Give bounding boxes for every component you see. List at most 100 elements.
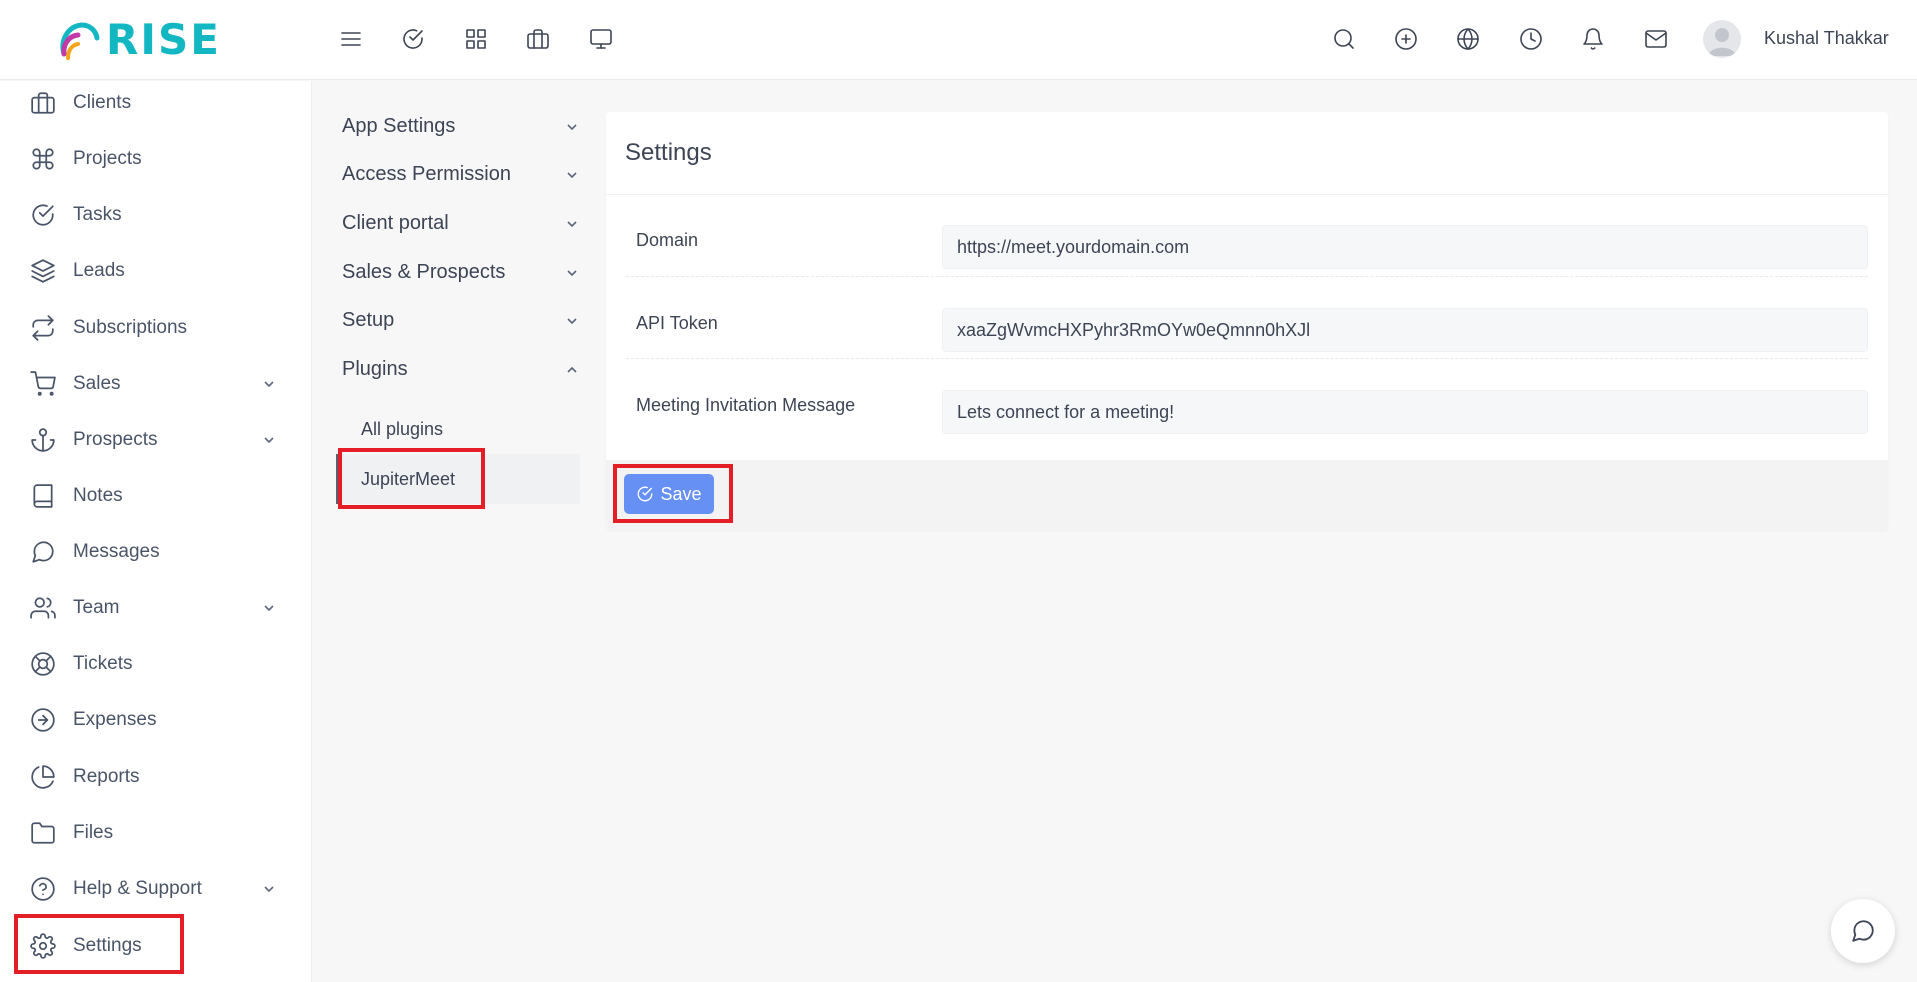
api-token-label: API Token	[636, 313, 718, 333]
sidebar: Clients Projects Tasks Leads Subscriptio…	[0, 81, 312, 982]
chevron-down-icon	[262, 377, 276, 391]
command-icon	[30, 146, 56, 172]
submenu-item-jupitermeet[interactable]: JupiterMeet	[336, 454, 580, 504]
help-circle-icon	[30, 876, 56, 902]
sidebar-item-label: Files	[73, 822, 114, 843]
card-footer: Save	[606, 460, 1888, 530]
check-circle-icon[interactable]	[398, 24, 428, 54]
sidebar-item-label: Leads	[73, 260, 125, 281]
sidebar-item-label: Team	[73, 597, 120, 618]
save-button-label: Save	[660, 483, 702, 504]
book-icon	[30, 483, 56, 509]
sidebar-item-messages[interactable]: Messages	[0, 527, 312, 577]
chat-bubble-button[interactable]	[1831, 899, 1895, 963]
submenu-item-label: Sales & Prospects	[342, 261, 506, 283]
sidebar-item-reports[interactable]: Reports	[0, 752, 312, 802]
search-icon[interactable]	[1329, 24, 1359, 54]
submenu-item-label: Plugins	[342, 358, 408, 380]
sidebar-item-tasks[interactable]: Tasks	[0, 190, 312, 240]
sidebar-item-leads[interactable]: Leads	[0, 246, 312, 296]
submenu-item-client-portal[interactable]: Client portal	[336, 203, 580, 243]
submenu-item-label: All plugins	[361, 419, 444, 439]
submenu-item-all-plugins[interactable]: All plugins	[336, 404, 580, 454]
grid-icon[interactable]	[461, 24, 491, 54]
sidebar-item-expenses[interactable]: Expenses	[0, 695, 312, 745]
user-name[interactable]: Kushal Thakkar	[1764, 26, 1889, 50]
divider	[626, 276, 1868, 277]
sidebar-item-label: Settings	[73, 935, 142, 956]
sidebar-item-settings[interactable]: Settings	[0, 921, 312, 971]
menu-icon[interactable]	[336, 24, 366, 54]
life-buoy-icon	[30, 651, 56, 677]
submenu-item-label: Client portal	[342, 212, 449, 234]
sidebar-item-label: Sales	[73, 373, 121, 394]
top-bar: RISE Kushal Thakkar	[0, 0, 1917, 80]
brand-logo[interactable]: RISE	[56, 18, 221, 62]
chevron-down-icon	[566, 169, 578, 181]
chevron-down-icon	[262, 882, 276, 896]
bell-icon[interactable]	[1578, 24, 1608, 54]
chevron-down-icon	[566, 121, 578, 133]
sidebar-item-label: Messages	[73, 541, 160, 562]
submenu-item-sales-prospects[interactable]: Sales & Prospects	[336, 252, 580, 292]
briefcase-icon	[30, 90, 56, 116]
sidebar-item-team[interactable]: Team	[0, 583, 312, 633]
submenu-item-label: JupiterMeet	[361, 469, 456, 489]
cart-icon	[30, 371, 56, 397]
message-circle-icon	[30, 539, 56, 565]
submenu-item-app-settings[interactable]: App Settings	[336, 106, 580, 146]
plus-circle-icon[interactable]	[1391, 24, 1421, 54]
globe-icon[interactable]	[1453, 24, 1483, 54]
meeting-message-input[interactable]	[942, 390, 1868, 434]
sidebar-item-prospects[interactable]: Prospects	[0, 415, 312, 465]
chevron-down-icon	[262, 433, 276, 447]
monitor-icon[interactable]	[586, 24, 616, 54]
anchor-icon	[30, 427, 56, 453]
sidebar-item-clients[interactable]: Clients	[0, 78, 312, 128]
briefcase-icon[interactable]	[523, 24, 553, 54]
pie-chart-icon	[30, 764, 56, 790]
meeting-message-label: Meeting Invitation Message	[636, 395, 856, 415]
sidebar-item-label: Projects	[73, 148, 142, 169]
avatar[interactable]	[1703, 20, 1741, 58]
chevron-down-icon	[262, 601, 276, 615]
chevron-down-icon	[566, 218, 578, 230]
submenu-item-setup[interactable]: Setup	[336, 300, 580, 340]
sidebar-item-help-support[interactable]: Help & Support	[0, 864, 312, 914]
rise-logo-icon	[60, 22, 100, 60]
sidebar-item-notes[interactable]: Notes	[0, 471, 312, 521]
brand-name: RISE	[106, 15, 221, 64]
message-circle-icon	[1852, 920, 1874, 942]
submenu-item-plugins[interactable]: Plugins	[336, 349, 580, 389]
sidebar-item-tickets[interactable]: Tickets	[0, 639, 312, 689]
chevron-down-icon	[566, 267, 578, 279]
sidebar-item-label: Prospects	[73, 429, 158, 450]
sidebar-item-sales[interactable]: Sales	[0, 359, 312, 409]
divider	[626, 358, 1868, 359]
clock-icon[interactable]	[1516, 24, 1546, 54]
chevron-up-icon	[566, 364, 578, 376]
mail-icon[interactable]	[1641, 24, 1671, 54]
sidebar-item-files[interactable]: Files	[0, 808, 312, 858]
sidebar-item-label: Tickets	[73, 653, 133, 674]
sidebar-item-label: Clients	[73, 92, 132, 113]
check-circle-icon	[638, 486, 653, 502]
submenu-item-label: Access Permission	[342, 163, 511, 185]
repeat-icon	[30, 315, 56, 341]
save-button[interactable]: Save	[624, 474, 714, 514]
domain-input[interactable]	[942, 225, 1868, 269]
api-token-input[interactable]	[942, 308, 1868, 352]
folder-icon	[30, 820, 56, 846]
sidebar-item-projects[interactable]: Projects	[0, 134, 312, 184]
sidebar-item-label: Help & Support	[73, 878, 202, 899]
sidebar-item-subscriptions[interactable]: Subscriptions	[0, 303, 312, 353]
sidebar-item-label: Reports	[73, 766, 140, 787]
sidebar-item-label: Tasks	[73, 204, 122, 225]
submenu-item-label: App Settings	[342, 115, 456, 137]
layers-icon	[30, 258, 56, 284]
card-title: Settings	[625, 139, 712, 166]
sidebar-item-label: Subscriptions	[73, 317, 188, 338]
api-token-row: API Token	[606, 290, 1888, 372]
sidebar-item-label: Notes	[73, 485, 123, 506]
submenu-item-access-permission[interactable]: Access Permission	[336, 154, 580, 194]
